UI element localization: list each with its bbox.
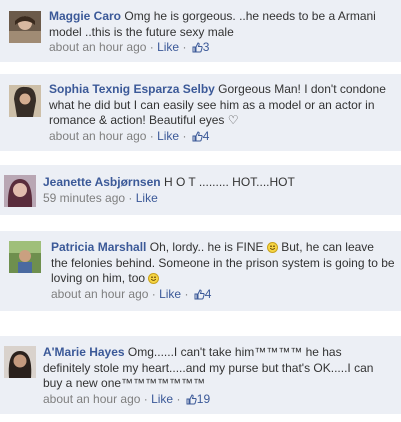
- timestamp[interactable]: 59 minutes ago: [43, 191, 125, 205]
- comment-card: Sophia Texnig Esparza Selby Gorgeous Man…: [0, 74, 401, 151]
- comment-text: Omg......I can't take him™™™™ he has: [127, 345, 342, 359]
- smiley-emoticon: [148, 273, 160, 284]
- comment-text: Gorgeous Man! I don't condone: [218, 82, 386, 96]
- comment-text: what he did but I can easily see him as …: [49, 97, 375, 112]
- smiley-emoticon: [266, 242, 278, 253]
- like-link[interactable]: Like: [136, 191, 158, 205]
- comment-text: Omg he is gorgeous. ..he needs to be a A…: [124, 9, 376, 23]
- comment-author[interactable]: Maggie Caro: [49, 9, 121, 23]
- like-count[interactable]: 4: [190, 129, 209, 143]
- comment-text: loving on him, too: [51, 271, 146, 285]
- avatar[interactable]: [9, 85, 41, 117]
- comment-text: the felonies behind. Someone in the pris…: [51, 255, 395, 270]
- thumbs-up-icon: [186, 393, 197, 404]
- like-count[interactable]: 19: [184, 392, 210, 406]
- comment-text: model ..this is the future sexy male: [49, 24, 234, 39]
- like-count[interactable]: 4: [192, 287, 211, 301]
- comment-card: A'Marie Hayes Omg......I can't take him™…: [0, 336, 401, 414]
- like-count[interactable]: 3: [190, 40, 209, 54]
- comment-text: But, he can leave: [281, 240, 374, 254]
- thumbs-up-icon: [192, 130, 203, 141]
- thumbs-up-icon: [192, 42, 203, 53]
- thumbs-up-icon: [194, 288, 205, 299]
- comment-text: Oh, lordy.. he is FINE: [149, 240, 264, 254]
- avatar[interactable]: [4, 346, 36, 378]
- timestamp[interactable]: about an hour ago: [49, 40, 146, 54]
- avatar[interactable]: [9, 11, 41, 43]
- like-link[interactable]: Like: [151, 392, 173, 406]
- avatar[interactable]: [4, 175, 36, 207]
- like-link[interactable]: Like: [157, 40, 179, 54]
- comment-author[interactable]: Sophia Texnig Esparza Selby: [49, 82, 215, 96]
- timestamp[interactable]: about an hour ago: [51, 287, 148, 301]
- comment-author[interactable]: A'Marie Hayes: [43, 345, 125, 359]
- comment-text: H O T ......... HOT....HOT: [163, 175, 295, 189]
- comment-text: romance & action! Beautiful eyes: [49, 113, 225, 127]
- comment-author[interactable]: Patricia Marshall: [51, 240, 146, 254]
- like-link[interactable]: Like: [157, 129, 179, 143]
- comment-author[interactable]: Jeanette Asbjørnsen: [43, 175, 161, 189]
- like-link[interactable]: Like: [159, 287, 181, 301]
- avatar[interactable]: [9, 241, 41, 273]
- comment-card: Patricia Marshall Oh, lordy.. he is FINE…: [0, 231, 401, 311]
- comment-text: definitely stole my heart.....and my pur…: [43, 360, 374, 375]
- comment-card: Maggie Caro Omg he is gorgeous. ..he nee…: [0, 0, 401, 62]
- timestamp[interactable]: about an hour ago: [43, 392, 140, 406]
- comment-text: buy a new one™™™™™™™: [43, 376, 206, 390]
- heart-emoticon: ♡: [227, 113, 239, 127]
- comment-card: Jeanette Asbjørnsen H O T ......... HOT.…: [0, 165, 401, 215]
- timestamp[interactable]: about an hour ago: [49, 129, 146, 143]
